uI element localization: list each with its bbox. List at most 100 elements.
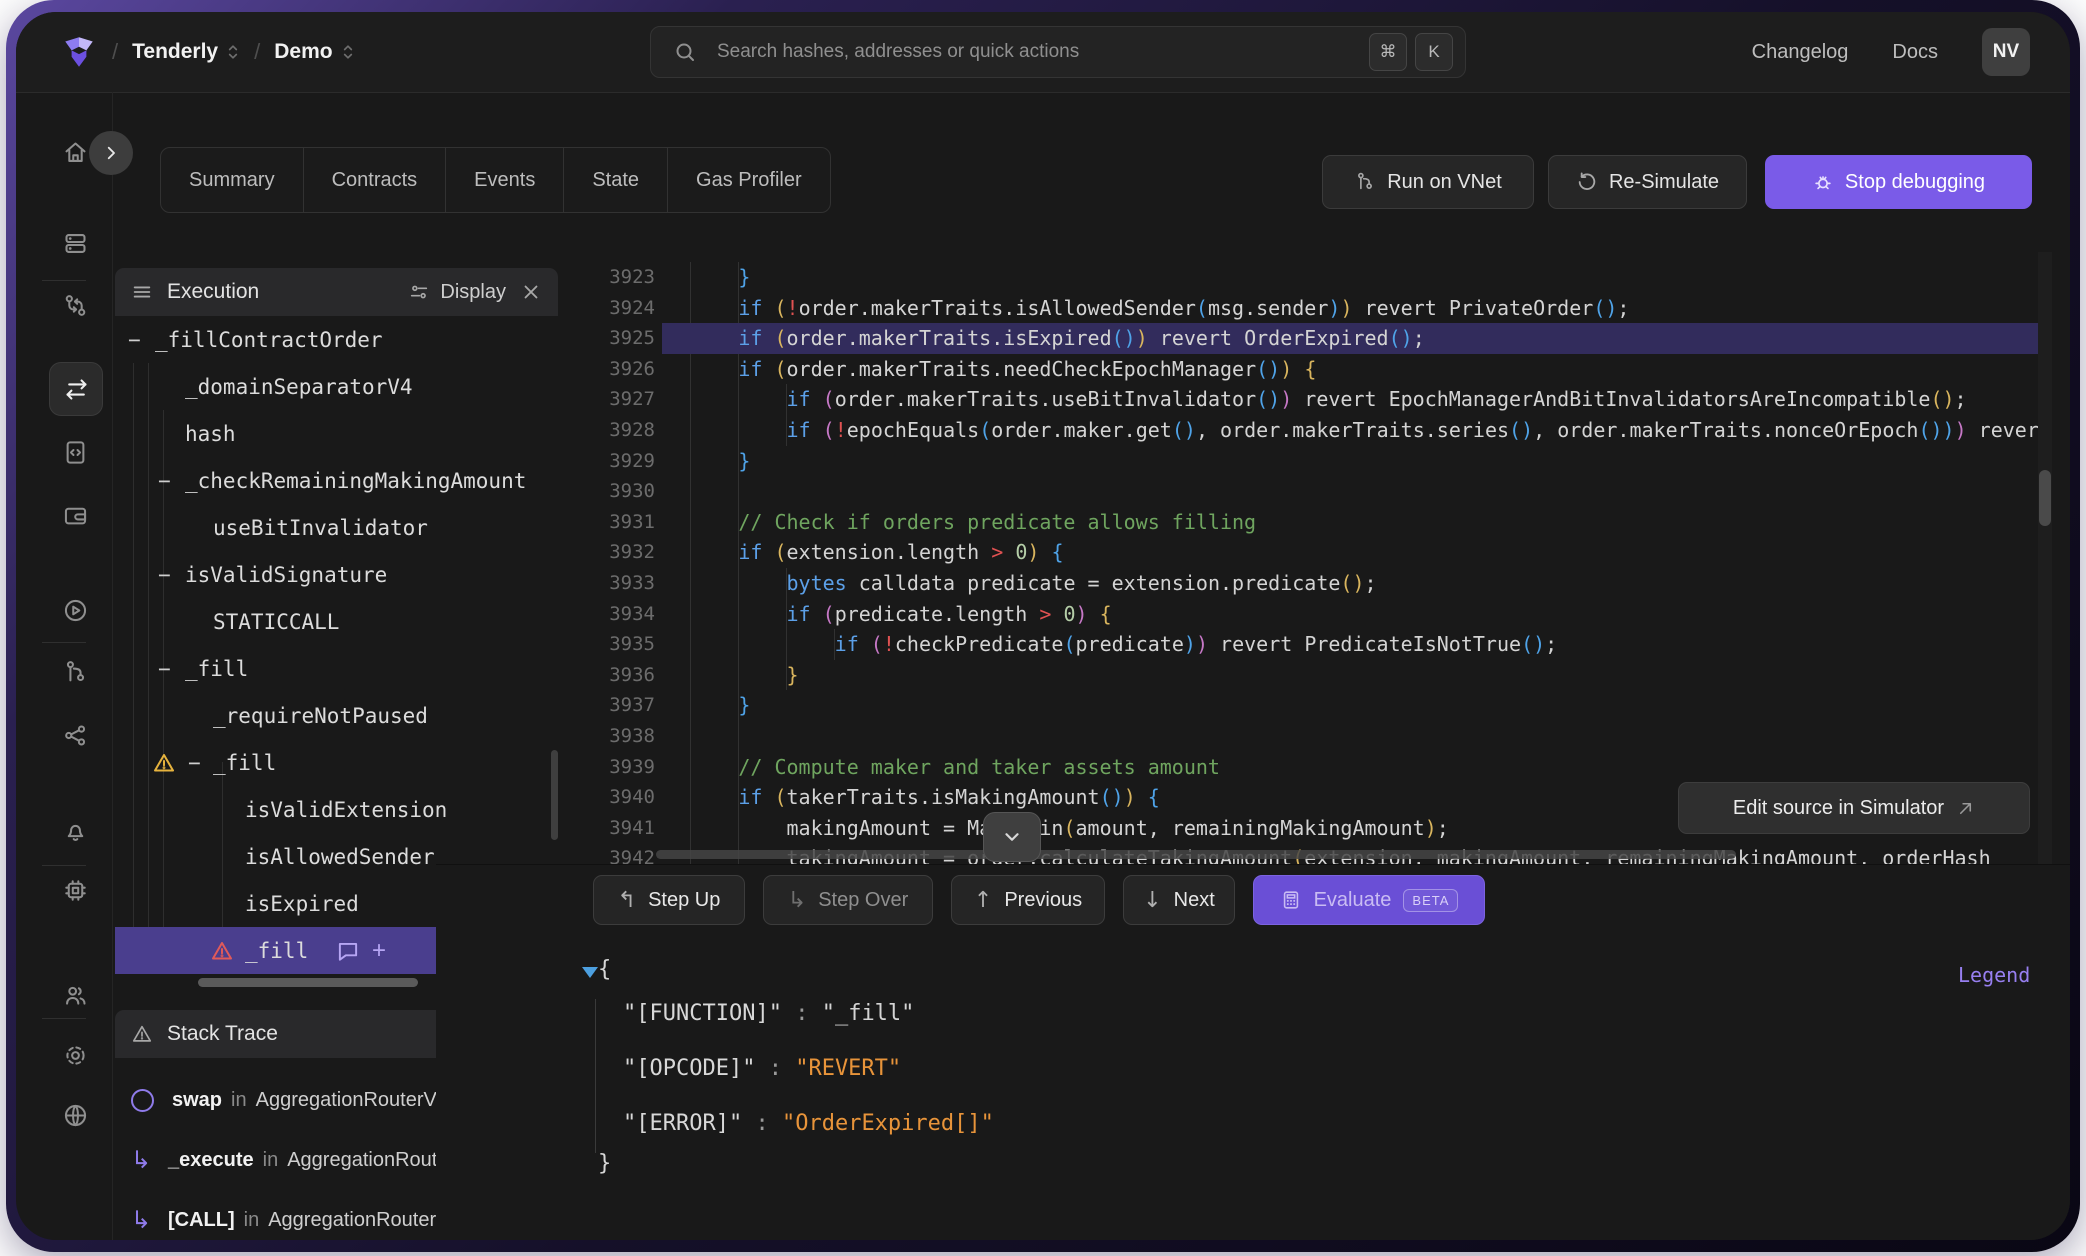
global-search[interactable]: ⌘ K xyxy=(650,26,1466,78)
contract-file-icon xyxy=(62,439,89,466)
output-open-brace: { xyxy=(598,955,611,985)
display-button[interactable]: Display xyxy=(408,281,506,304)
call-label: STATICCALL xyxy=(213,610,339,634)
run-on-vnet-button[interactable]: Run on VNet xyxy=(1322,155,1534,209)
code-line: if (!checkPredicate(predicate)) revert P… xyxy=(642,629,1557,660)
code-line: } xyxy=(642,262,750,293)
collapse-dash-icon[interactable]: − xyxy=(188,751,201,775)
bug-icon xyxy=(1812,171,1834,193)
re-simulate-button[interactable]: Re-Simulate xyxy=(1548,155,1747,209)
sidebar-item-wallet[interactable] xyxy=(49,489,101,541)
call-label: _fillContractOrder xyxy=(155,328,383,352)
sidebar-expand-button[interactable] xyxy=(89,131,133,175)
editor-hscrollbar[interactable] xyxy=(656,850,1736,859)
execution-tree-row[interactable]: −_checkRemainingMakingAmount xyxy=(115,457,558,504)
git-compare-icon xyxy=(62,292,89,319)
tab-state[interactable]: State xyxy=(563,148,667,212)
sidebar-item-bell[interactable] xyxy=(49,804,101,856)
chevron-updown-icon xyxy=(226,42,240,62)
call-origin-icon xyxy=(131,1089,154,1112)
output-row: "[OPCODE]" : "REVERT" xyxy=(623,1054,901,1084)
call-label: hash xyxy=(185,422,236,446)
collapse-dash-icon[interactable]: − xyxy=(158,563,171,587)
sidebar-item-contract-file[interactable] xyxy=(49,426,101,478)
cmd-keycap: ⌘ xyxy=(1369,33,1407,71)
sidebar-item-globe[interactable] xyxy=(49,1089,101,1141)
warning-icon xyxy=(131,1023,153,1045)
execution-tree-row[interactable]: isValidExtension xyxy=(115,786,558,833)
call-label: _fill xyxy=(185,657,248,681)
execution-tree-row[interactable]: −_fill xyxy=(115,645,558,692)
gear-icon xyxy=(62,1042,89,1069)
output-row: "[ERROR]" : "OrderExpired[]" xyxy=(623,1109,994,1139)
changelog-link[interactable]: Changelog xyxy=(1752,41,1849,64)
code-line: makingAmount = Math.min(amount, remainin… xyxy=(642,813,1449,844)
execution-tree-row[interactable]: _domainSeparatorV4 xyxy=(115,363,558,410)
code-line: // Check if orders predicate allows fill… xyxy=(642,507,1256,538)
execution-hscrollbar[interactable] xyxy=(198,978,418,987)
execution-tree-row[interactable]: −_fill xyxy=(115,739,558,786)
sidebar-item-git-fork[interactable] xyxy=(49,646,101,698)
execution-tree-row[interactable]: useBitInvalidator xyxy=(115,504,558,551)
code-line: bytes calldata predicate = extension.pre… xyxy=(642,568,1377,599)
docs-link[interactable]: Docs xyxy=(1892,41,1938,64)
warning-icon xyxy=(152,751,176,775)
sidebar-item-swap-arrows[interactable] xyxy=(49,362,103,416)
tab-gas-profiler[interactable]: Gas Profiler xyxy=(667,148,830,212)
users-icon xyxy=(62,982,89,1009)
execution-tree-row[interactable]: _requireNotPaused xyxy=(115,692,558,739)
sidebar-item-server-stack[interactable] xyxy=(49,217,101,269)
stop-debugging-button[interactable]: Stop debugging xyxy=(1765,155,2032,209)
sidebar-item-share-nodes[interactable] xyxy=(49,709,101,761)
tab-events[interactable]: Events xyxy=(445,148,563,212)
scroll-to-current-button[interactable] xyxy=(983,812,1041,862)
k-keycap: K xyxy=(1415,33,1453,71)
editor-vscrollbar[interactable] xyxy=(2039,470,2051,526)
line-number: 3930 xyxy=(576,476,655,507)
bell-icon xyxy=(62,817,89,844)
wallet-icon xyxy=(62,502,89,529)
sidebar-item-chip[interactable] xyxy=(49,864,101,916)
breadcrumb-slash: / xyxy=(254,39,260,65)
display-sliders-icon xyxy=(408,281,430,303)
breadcrumb-project[interactable]: Demo xyxy=(274,40,354,64)
menu-icon[interactable] xyxy=(131,281,153,303)
execution-title: Execution xyxy=(167,280,259,304)
execution-panel-header: Execution Display xyxy=(115,268,558,316)
collapse-dash-icon[interactable]: − xyxy=(158,469,171,493)
warning-icon xyxy=(210,939,234,963)
share-nodes-icon xyxy=(62,722,89,749)
debugger-tabs: SummaryContractsEventsStateGas Profiler xyxy=(160,147,831,213)
execution-tree-row[interactable]: hash xyxy=(115,410,558,457)
comment-icon[interactable] xyxy=(335,938,361,964)
legend-link[interactable]: Legend xyxy=(1958,963,2030,987)
git-fork-icon xyxy=(1354,171,1376,193)
sidebar-item-git-compare[interactable] xyxy=(49,279,101,331)
tenderly-logo-icon[interactable] xyxy=(60,33,98,71)
tab-summary[interactable]: Summary xyxy=(161,148,303,212)
execution-tree-row[interactable]: −isValidSignature xyxy=(115,551,558,598)
collapse-dash-icon[interactable]: − xyxy=(158,657,171,681)
code-line: if (!order.makerTraits.isAllowedSender(m… xyxy=(642,293,1629,324)
sidebar-item-play-circle[interactable] xyxy=(49,584,101,636)
tab-contracts[interactable]: Contracts xyxy=(303,148,446,212)
output-close-brace: } xyxy=(598,1149,611,1179)
search-input[interactable] xyxy=(715,40,1361,64)
code-line: if (takerTraits.isMakingAmount()) { xyxy=(642,782,1160,813)
execution-vscrollbar[interactable] xyxy=(551,750,558,840)
collapse-triangle-icon[interactable] xyxy=(582,967,598,978)
line-number: 3938 xyxy=(576,721,655,752)
execution-tree-row[interactable]: −_fillContractOrder xyxy=(115,316,558,363)
code-line: } xyxy=(642,446,750,477)
code-line: if (!epochEquals(order.maker.get(), orde… xyxy=(642,415,2051,446)
edit-source-button[interactable]: Edit source in Simulator xyxy=(1678,782,2030,834)
close-icon[interactable] xyxy=(520,281,542,303)
avatar[interactable]: NV xyxy=(1982,28,2030,76)
collapse-dash-icon[interactable]: − xyxy=(128,328,141,352)
sidebar-item-users[interactable] xyxy=(49,969,101,1021)
breadcrumb-product[interactable]: Tenderly xyxy=(132,40,240,64)
external-link-arrow-icon xyxy=(1956,799,1975,818)
execution-tree-row[interactable]: STATICCALL xyxy=(115,598,558,645)
add-comment-button[interactable]: + xyxy=(372,937,386,965)
sidebar-item-gear[interactable] xyxy=(49,1029,101,1081)
